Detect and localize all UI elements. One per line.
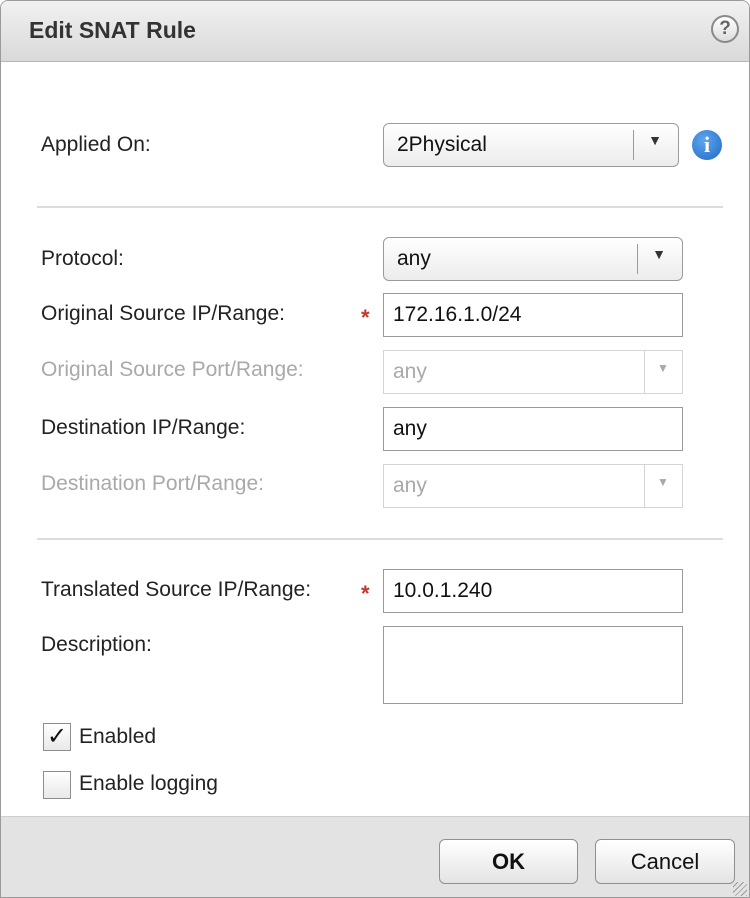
protocol-value: any [397, 247, 431, 270]
required-asterisk: * [361, 305, 370, 330]
translated-source-ip-value: 10.0.1.240 [393, 579, 493, 602]
enabled-label[interactable]: Enabled [79, 725, 156, 749]
original-source-port-combo: any ▼ [383, 350, 683, 394]
enabled-checkbox[interactable]: ✓ [43, 723, 71, 751]
description-textarea[interactable] [383, 626, 683, 704]
applied-on-label: Applied On: [41, 133, 151, 156]
enable-logging-checkbox[interactable] [43, 771, 71, 799]
protocol-select[interactable]: any ▼ [383, 237, 683, 281]
original-source-ip-label: Original Source IP/Range: [41, 302, 285, 325]
edit-snat-rule-dialog: Edit SNAT Rule ? Applied On: 2Physical ▼… [0, 0, 750, 898]
original-source-port-label: Original Source Port/Range: [41, 358, 304, 381]
original-source-port-value: any [393, 360, 427, 383]
destination-port-label: Destination Port/Range: [41, 472, 264, 495]
dialog-footer: OK Cancel [1, 816, 749, 897]
translated-source-ip-label: Translated Source IP/Range: [41, 578, 312, 601]
resize-grip-icon[interactable] [733, 882, 747, 896]
applied-on-select[interactable]: 2Physical ▼ [383, 123, 679, 167]
required-asterisk: * [361, 581, 370, 606]
destination-ip-input[interactable]: any [383, 407, 683, 451]
destination-port-combo: any ▼ [383, 464, 683, 508]
destination-port-value: any [393, 474, 427, 497]
description-label: Description: [41, 633, 152, 656]
destination-ip-label: Destination IP/Range: [41, 416, 246, 439]
dialog-title: Edit SNAT Rule [29, 17, 196, 43]
cancel-button[interactable]: Cancel [595, 839, 735, 884]
applied-on-value: 2Physical [397, 133, 487, 156]
original-source-ip-value: 172.16.1.0/24 [393, 303, 522, 326]
ok-button[interactable]: OK [439, 839, 578, 884]
section-divider [37, 538, 723, 540]
translated-source-ip-input[interactable]: 10.0.1.240 [383, 569, 683, 613]
protocol-label: Protocol: [41, 247, 124, 270]
chevron-down-icon: ▼ [648, 132, 662, 148]
chevron-down-icon: ▼ [652, 246, 666, 262]
original-source-ip-input[interactable]: 172.16.1.0/24 [383, 293, 683, 337]
chevron-down-icon: ▼ [657, 475, 669, 489]
info-icon[interactable]: i [692, 130, 722, 160]
destination-ip-value: any [393, 417, 427, 440]
enable-logging-label[interactable]: Enable logging [79, 772, 218, 796]
help-icon[interactable]: ? [711, 15, 739, 43]
section-divider [37, 206, 723, 208]
dialog-titlebar[interactable]: Edit SNAT Rule ? [1, 1, 749, 62]
chevron-down-icon: ▼ [657, 361, 669, 375]
